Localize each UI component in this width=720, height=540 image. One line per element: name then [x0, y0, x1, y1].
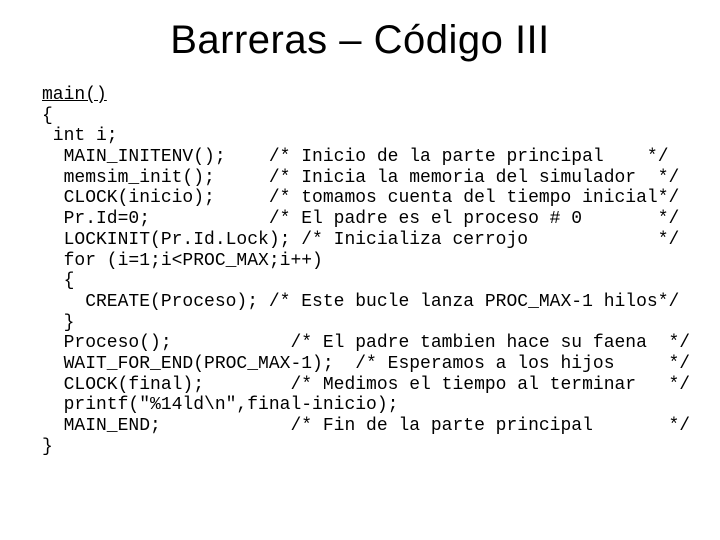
code-line: WAIT_FOR_END(PROC_MAX-1); /* Esperamos a…: [42, 354, 690, 374]
code-line: MAIN_END; /* Fin de la parte principal *…: [42, 416, 690, 436]
code-line: CLOCK(final); /* Medimos el tiempo al te…: [42, 375, 690, 395]
code-line: printf("%14ld\n",final-inicio);: [42, 395, 398, 415]
slide-title: Barreras – Código III: [42, 18, 678, 63]
code-line: int i;: [42, 126, 118, 146]
slide: Barreras – Código III main() { int i; MA…: [0, 0, 720, 540]
fn-decl: main(): [42, 85, 107, 105]
code-line: Pr.Id=0; /* El padre es el proceso # 0 *…: [42, 209, 679, 229]
code-line: CLOCK(inicio); /* tomamos cuenta del tie…: [42, 188, 679, 208]
code-line: CREATE(Proceso); /* Este bucle lanza PRO…: [42, 292, 679, 312]
code-line: for (i=1;i<PROC_MAX;i++): [42, 251, 323, 271]
code-line: memsim_init(); /* Inicia la memoria del …: [42, 168, 679, 188]
code-line: }: [42, 313, 74, 333]
code-block: main() { int i; MAIN_INITENV(); /* Inici…: [42, 85, 678, 457]
code-line: Proceso(); /* El padre tambien hace su f…: [42, 333, 690, 353]
code-line: {: [42, 271, 74, 291]
code-line: }: [42, 437, 53, 457]
code-line: LOCKINIT(Pr.Id.Lock); /* Inicializa cerr…: [42, 230, 679, 250]
code-line: MAIN_INITENV(); /* Inicio de la parte pr…: [42, 147, 669, 167]
code-line: {: [42, 106, 53, 126]
